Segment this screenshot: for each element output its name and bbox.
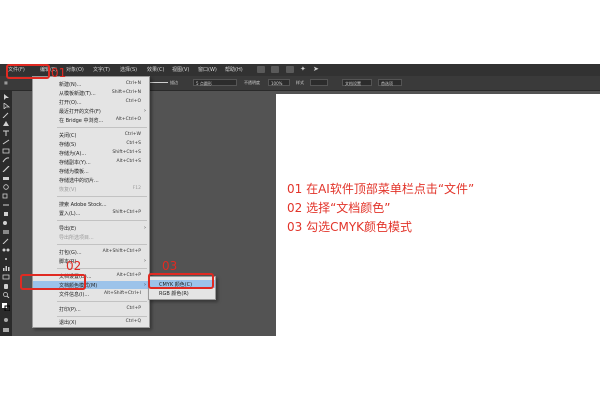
preferences-button[interactable]: 首选项 bbox=[378, 79, 402, 86]
menu-item-open[interactable]: 打开(O)... Ctrl+O bbox=[33, 98, 149, 106]
menu-item-exit[interactable]: 退出(X) Ctrl+Q bbox=[33, 318, 149, 326]
screen-mode-icon[interactable] bbox=[2, 327, 10, 333]
submenu-arrow-icon: › bbox=[144, 258, 146, 264]
style-label: 样式 bbox=[296, 80, 304, 85]
menu-separator bbox=[57, 244, 147, 245]
menu-item-new[interactable]: 新建(N)... Ctrl+N bbox=[33, 80, 149, 88]
fill-stroke-swatch-icon[interactable] bbox=[2, 303, 10, 311]
selection-tool-icon[interactable] bbox=[2, 94, 10, 100]
menu-window[interactable]: 窗口(W) bbox=[198, 66, 217, 73]
menu-item-save-as[interactable]: 存储为(A)... Shift+Ctrl+S bbox=[33, 149, 149, 157]
gpu-icon[interactable]: ✦ bbox=[300, 65, 306, 73]
step-label-1: 01 bbox=[51, 66, 67, 80]
instruction-line-3: 03 勾选CMYK颜色模式 bbox=[287, 220, 413, 234]
menu-item-save-template[interactable]: 存储为模板... bbox=[33, 167, 149, 175]
highlight-box-color-mode bbox=[20, 274, 86, 290]
rotate-tool-icon[interactable] bbox=[2, 184, 10, 190]
menu-separator bbox=[57, 220, 147, 221]
send-icon[interactable]: ➤ bbox=[313, 65, 319, 73]
symbol-sprayer-icon[interactable] bbox=[2, 256, 10, 262]
opacity-label: 不透明度 bbox=[244, 80, 260, 85]
line-tool-icon[interactable] bbox=[2, 139, 10, 145]
menu-item-scripts[interactable]: 脚本(R) › bbox=[33, 257, 149, 265]
free-transform-icon[interactable] bbox=[2, 211, 10, 217]
menu-type[interactable]: 文字(T) bbox=[93, 66, 110, 73]
stroke-label: 描边 bbox=[170, 80, 178, 85]
menu-select[interactable]: 选择(S) bbox=[120, 66, 137, 73]
pencil-tool-icon[interactable] bbox=[2, 166, 10, 172]
step-label-3: 03 bbox=[162, 259, 178, 273]
magic-wand-icon[interactable] bbox=[2, 112, 10, 118]
menu-item-file-info[interactable]: 文件信息(I)... Alt+Shift+Ctrl+I bbox=[33, 290, 149, 298]
direct-selection-icon[interactable] bbox=[2, 103, 10, 109]
eyedropper-tool-icon[interactable] bbox=[2, 238, 10, 244]
hand-tool-icon[interactable] bbox=[2, 283, 10, 289]
menu-item-print[interactable]: 打印(P)... Ctrl+P bbox=[33, 305, 149, 313]
submenu-item-rgb[interactable]: RGB 颜色(R) bbox=[149, 289, 215, 297]
file-menu-dropdown: 新建(N)... Ctrl+N 从模板新建(T)... Shift+Ctrl+N 打… bbox=[32, 76, 150, 328]
menu-item-close[interactable]: 关闭(C) Ctrl+W bbox=[33, 131, 149, 139]
submenu-arrow-icon: › bbox=[144, 282, 146, 288]
menu-item-save[interactable]: 存储(S) Ctrl+S bbox=[33, 140, 149, 148]
menu-item-package[interactable]: 打包(G)... Alt+Shift+Ctrl+P bbox=[33, 248, 149, 256]
bridge-icon[interactable] bbox=[257, 66, 265, 73]
menu-item-save-slices[interactable]: 存储选中的切片... bbox=[33, 176, 149, 184]
drawing-mode-icon[interactable] bbox=[2, 317, 10, 323]
menu-item-export[interactable]: 导出(E) › bbox=[33, 224, 149, 232]
blend-tool-icon[interactable] bbox=[2, 247, 10, 253]
zoom-tool-icon[interactable] bbox=[2, 292, 10, 298]
menu-separator bbox=[57, 127, 147, 128]
menu-item-recent-files[interactable]: 最近打开的文件(F) › bbox=[33, 107, 149, 115]
menu-view[interactable]: 视图(V) bbox=[172, 66, 189, 73]
style-swatch[interactable] bbox=[310, 79, 328, 86]
menu-separator bbox=[57, 301, 147, 302]
rectangle-tool-icon[interactable] bbox=[2, 148, 10, 154]
submenu-arrow-icon: › bbox=[144, 225, 146, 231]
graph-tool-icon[interactable] bbox=[2, 265, 10, 271]
menu-item-browse-bridge[interactable]: 在 Bridge 中浏览... Alt+Ctrl+O bbox=[33, 116, 149, 124]
eraser-tool-icon[interactable] bbox=[2, 175, 10, 181]
menu-separator bbox=[57, 316, 147, 317]
type-tool-icon[interactable] bbox=[2, 130, 10, 136]
instruction-line-1: 01 在AI软件顶部菜单栏点击“文件” bbox=[287, 182, 475, 196]
document-setup-button[interactable]: 文档设置 bbox=[342, 79, 372, 86]
gradient-tool-icon[interactable] bbox=[2, 229, 10, 235]
paintbrush-tool-icon[interactable] bbox=[2, 157, 10, 163]
menu-bar: 文件(F) 编辑(E) 对象(O) 文字(T) 选择(S) 效果(C) 视图(V… bbox=[0, 64, 600, 76]
scale-tool-icon[interactable] bbox=[2, 193, 10, 199]
menu-item-export-selection[interactable]: 导出所选项目... bbox=[33, 233, 149, 241]
menu-item-save-copy[interactable]: 存储副本(Y)... Alt+Ctrl+S bbox=[33, 158, 149, 166]
stock-icon[interactable] bbox=[271, 66, 279, 73]
opacity-input[interactable]: 100% bbox=[268, 79, 290, 86]
menu-help[interactable]: 帮助(H) bbox=[225, 66, 243, 73]
menu-effect[interactable]: 效果(C) bbox=[147, 66, 164, 73]
highlight-box-cmyk bbox=[148, 273, 214, 289]
menu-item-search-stock[interactable]: 搜索 Adobe Stock... bbox=[33, 200, 149, 208]
no-selection-icon: ■ bbox=[4, 80, 8, 85]
tools-panel bbox=[0, 91, 12, 336]
menu-item-new-from-template[interactable]: 从模板新建(T)... Shift+Ctrl+N bbox=[33, 89, 149, 97]
menu-item-revert[interactable]: 恢复(V) F12 bbox=[33, 185, 149, 193]
arrange-icon[interactable] bbox=[286, 66, 294, 73]
menu-object[interactable]: 对象(O) bbox=[66, 66, 84, 73]
brush-profile-select[interactable]: 5 点圆形 bbox=[193, 79, 237, 86]
artboard-tool-icon[interactable] bbox=[2, 274, 10, 280]
step-label-2: 02 bbox=[66, 259, 82, 273]
stroke-line-icon bbox=[148, 82, 168, 83]
instruction-line-2: 02 选择“文档颜色” bbox=[287, 201, 391, 215]
highlight-box-file-menu bbox=[6, 64, 50, 79]
pen-tool-icon[interactable] bbox=[2, 121, 10, 127]
width-tool-icon[interactable] bbox=[2, 202, 10, 208]
menu-separator bbox=[57, 196, 147, 197]
submenu-arrow-icon: › bbox=[144, 108, 146, 114]
shape-builder-icon[interactable] bbox=[2, 220, 10, 226]
menu-item-place[interactable]: 置入(L)... Shift+Ctrl+P bbox=[33, 209, 149, 217]
